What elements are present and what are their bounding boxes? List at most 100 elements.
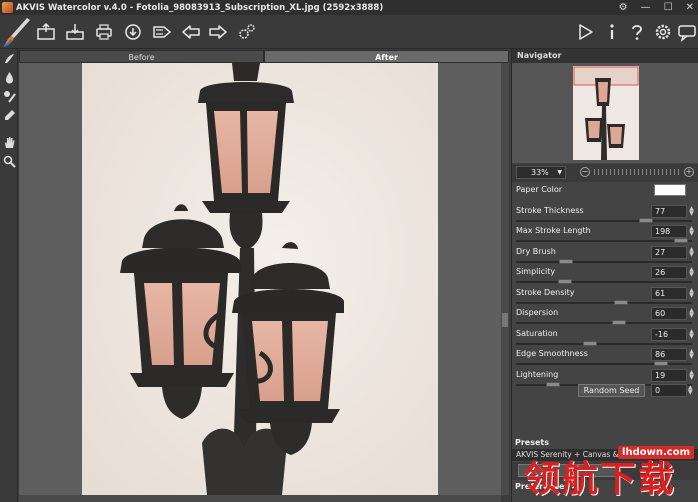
- param-row: Saturation -16 ▲ ▼: [512, 327, 698, 349]
- param-spinner[interactable]: ▲ ▼: [688, 328, 695, 339]
- preferences-gears-icon[interactable]: [236, 21, 258, 43]
- horizontal-scrollbar[interactable]: [19, 495, 501, 502]
- param-label: Stroke Thickness: [516, 205, 584, 215]
- navigator-thumbnail: [573, 66, 639, 160]
- minimize-button[interactable]: —: [641, 2, 651, 13]
- zoom-select[interactable]: 33% ▼: [516, 166, 566, 179]
- settings-panel: Navigator 33% ▼ − + Paper Color Stroke T…: [511, 49, 698, 502]
- main-toolbar: [0, 15, 698, 49]
- param-value-input[interactable]: 61: [651, 286, 687, 300]
- param-value-input[interactable]: 27: [651, 245, 687, 259]
- run-play-icon[interactable]: [574, 21, 596, 43]
- eraser-tool[interactable]: [0, 106, 18, 125]
- param-row: Stroke Density 61 ▲ ▼: [512, 286, 698, 308]
- watercolor-image: [82, 63, 438, 495]
- tab-before[interactable]: Before: [19, 50, 264, 63]
- close-button[interactable]: ✕: [686, 2, 694, 13]
- param-label: Stroke Density: [516, 287, 575, 297]
- param-slider-knob[interactable]: [613, 299, 628, 305]
- param-row: Edge Smoothness 86 ▲ ▼: [512, 348, 698, 369]
- site-watermark: lhdown.com 领航下载: [512, 446, 698, 502]
- color-brush-icon: [3, 91, 16, 103]
- param-slider-track[interactable]: [516, 240, 692, 242]
- vertical-scroll-thumb[interactable]: [502, 313, 508, 327]
- param-slider-knob[interactable]: [557, 279, 572, 284]
- app-icon: [2, 2, 13, 13]
- param-spinner[interactable]: ▲ ▼: [688, 369, 695, 380]
- share-icon[interactable]: [122, 21, 144, 43]
- param-slider-track[interactable]: [516, 281, 692, 283]
- zoom-slider[interactable]: [594, 169, 680, 175]
- batch-processing-icon[interactable]: [151, 21, 173, 43]
- save-image-icon[interactable]: [64, 21, 86, 43]
- param-spinner[interactable]: ▲ ▼: [688, 205, 695, 216]
- tab-after[interactable]: After: [264, 50, 509, 63]
- chevron-down-icon: ▼: [557, 169, 562, 176]
- param-value-input[interactable]: 19: [651, 368, 687, 382]
- feedback-icon[interactable]: [676, 21, 698, 43]
- view-tabs: Before After: [19, 50, 509, 63]
- settings-gear-icon[interactable]: [652, 21, 674, 43]
- zoom-in-icon[interactable]: +: [684, 167, 694, 177]
- paper-color-swatch[interactable]: [654, 184, 686, 196]
- zoom-out-icon[interactable]: −: [580, 167, 590, 177]
- navigator-preview[interactable]: [512, 63, 698, 163]
- brush-logo-icon: [3, 18, 30, 47]
- maximize-button[interactable]: ☐: [664, 2, 673, 13]
- param-value-input[interactable]: 198: [651, 225, 687, 238]
- param-spinner[interactable]: ▲ ▼: [688, 349, 695, 360]
- random-seed-spinner[interactable]: ▲ ▼: [688, 385, 693, 396]
- param-row: Dispersion 60 ▲ ▼: [512, 307, 698, 328]
- watermark-text: 领航下载: [524, 459, 677, 500]
- param-slider-knob[interactable]: [583, 340, 598, 346]
- hand-icon: [4, 137, 14, 148]
- param-spinner[interactable]: ▲ ▼: [688, 267, 695, 278]
- param-slider-track[interactable]: [516, 260, 692, 263]
- water-drop-icon: [5, 72, 13, 84]
- help-icon[interactable]: [626, 21, 648, 43]
- param-row: Stroke Thickness 77 ▲ ▼: [512, 204, 698, 226]
- param-value-input[interactable]: -16: [651, 327, 687, 341]
- magnifier-icon: [3, 155, 16, 168]
- param-value-input[interactable]: 77: [651, 204, 687, 218]
- param-spinner[interactable]: ▲ ▼: [688, 226, 695, 237]
- tool-panel: [0, 49, 18, 502]
- info-icon[interactable]: [601, 21, 623, 43]
- stroke-brush-icon: [4, 54, 14, 63]
- param-label: Dispersion: [516, 308, 559, 317]
- param-value-input[interactable]: 60: [651, 307, 687, 320]
- param-value-input[interactable]: 26: [651, 266, 687, 279]
- open-image-icon[interactable]: [35, 21, 57, 43]
- param-slider-track[interactable]: [516, 342, 692, 345]
- param-spinner[interactable]: ▲ ▼: [688, 287, 695, 298]
- image-canvas[interactable]: [19, 63, 501, 495]
- param-slider-knob[interactable]: [612, 320, 626, 325]
- param-spinner[interactable]: ▲ ▼: [688, 246, 695, 257]
- window-settings-icon[interactable]: ⚙: [619, 2, 628, 13]
- param-slider-track[interactable]: [516, 219, 692, 222]
- param-slider-knob[interactable]: [674, 238, 689, 243]
- print-icon[interactable]: [93, 21, 115, 43]
- vertical-scrollbar[interactable]: [501, 63, 509, 495]
- param-slider-knob[interactable]: [639, 217, 654, 223]
- param-slider-knob[interactable]: [559, 258, 574, 264]
- stroke-tool[interactable]: [0, 49, 18, 68]
- color-brush-tool[interactable]: [0, 87, 18, 106]
- drop-tool[interactable]: [0, 68, 18, 87]
- param-slider-track[interactable]: [516, 301, 692, 304]
- param-label: Edge Smoothness: [516, 349, 588, 358]
- redo-arrow-icon[interactable]: [207, 21, 229, 43]
- param-slider-track[interactable]: [516, 322, 692, 324]
- param-label: Simplicity: [516, 267, 556, 276]
- hand-tool[interactable]: [0, 133, 18, 152]
- param-row: Dry Brush 27 ▲ ▼: [512, 245, 698, 267]
- watermark-url: lhdown.com: [618, 446, 694, 459]
- random-seed-input[interactable]: 0: [651, 384, 687, 397]
- param-spinner[interactable]: ▲ ▼: [688, 308, 695, 319]
- param-slider-knob[interactable]: [653, 361, 668, 366]
- zoom-tool[interactable]: [0, 152, 18, 171]
- random-seed-button[interactable]: Random Seed: [578, 384, 645, 397]
- param-value-input[interactable]: 86: [651, 348, 687, 361]
- undo-arrow-icon[interactable]: [180, 21, 202, 43]
- zoom-row: 33% ▼ − +: [512, 164, 698, 182]
